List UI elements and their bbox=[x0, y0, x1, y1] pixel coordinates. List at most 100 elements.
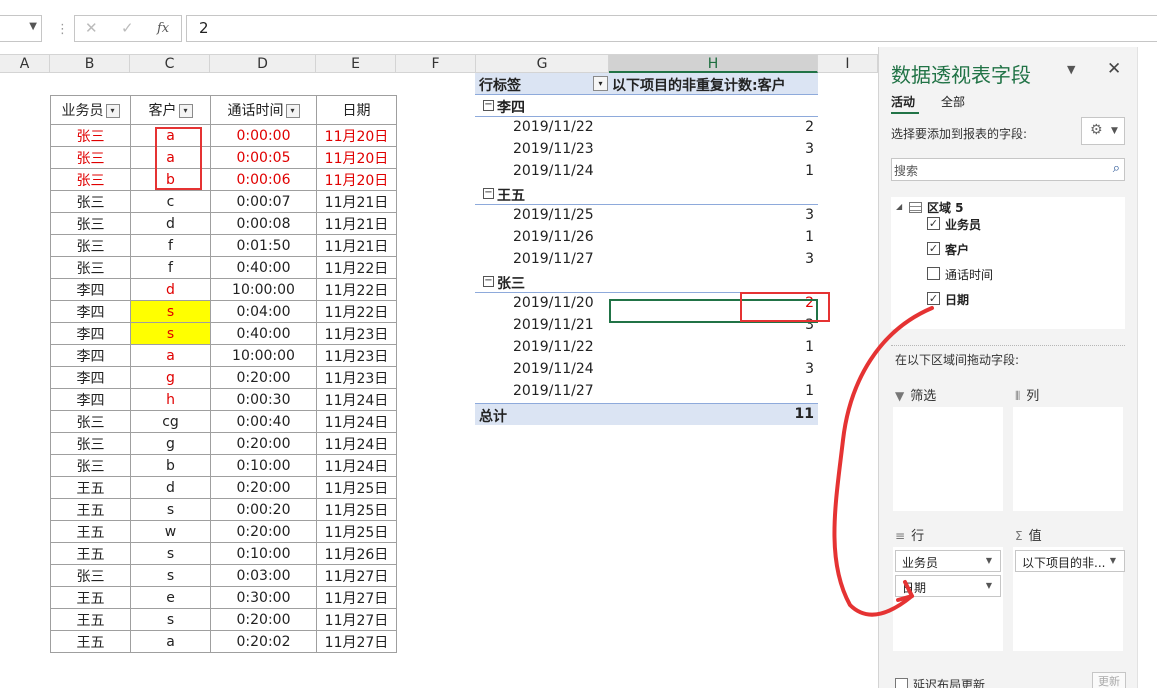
cell-call-time[interactable]: 10:00:00 bbox=[210, 344, 317, 367]
filter-drop-zone[interactable] bbox=[893, 407, 1003, 511]
cell-call-time[interactable]: 0:00:20 bbox=[210, 498, 317, 521]
cell-call-time[interactable]: 0:40:00 bbox=[210, 322, 317, 345]
chevron-down-icon[interactable]: ▼ bbox=[1067, 63, 1075, 76]
cell-call-time[interactable]: 0:00:07 bbox=[210, 190, 317, 213]
cell-salesperson[interactable]: 张三 bbox=[50, 234, 131, 257]
cell-call-time[interactable]: 0:30:00 bbox=[210, 586, 317, 609]
field-checkbox[interactable]: ✓ bbox=[927, 217, 940, 230]
cell-date[interactable]: 11月21日 bbox=[316, 212, 397, 235]
cell-salesperson[interactable]: 李四 bbox=[50, 344, 131, 367]
cell-call-time[interactable]: 0:20:00 bbox=[210, 520, 317, 543]
cell-call-time[interactable]: 0:04:00 bbox=[210, 300, 317, 323]
pivot-group-row[interactable]: − 李四 bbox=[475, 95, 818, 117]
cell-customer[interactable]: g bbox=[130, 366, 211, 389]
cell-customer[interactable]: d bbox=[130, 212, 211, 235]
cell-customer[interactable]: f bbox=[130, 234, 211, 257]
cell-salesperson[interactable]: 王五 bbox=[50, 520, 131, 543]
cell-date[interactable]: 11月25日 bbox=[316, 476, 397, 499]
cell-salesperson[interactable]: 张三 bbox=[50, 432, 131, 455]
column-header-i[interactable]: I bbox=[818, 55, 878, 73]
chevron-down-icon[interactable]: ▼ bbox=[986, 581, 992, 590]
cell-customer[interactable]: s bbox=[130, 542, 211, 565]
cell-customer[interactable]: c bbox=[130, 190, 211, 213]
tab-all[interactable]: 全部 bbox=[941, 93, 965, 110]
cell-date[interactable]: 11月22日 bbox=[316, 278, 397, 301]
name-box[interactable]: ▼ bbox=[0, 15, 42, 42]
cell-salesperson[interactable]: 张三 bbox=[50, 410, 131, 433]
pivot-row[interactable]: 2019/11/26 1 bbox=[475, 227, 818, 249]
cell-call-time[interactable]: 0:00:30 bbox=[210, 388, 317, 411]
pivot-group-row[interactable]: − 张三 bbox=[475, 271, 818, 293]
pivot-row[interactable]: 2019/11/22 2 bbox=[475, 117, 818, 139]
filter-dropdown-icon[interactable]: ▾ bbox=[285, 104, 300, 118]
collapse-triangle-icon[interactable]: ◢ bbox=[896, 202, 902, 211]
cell-date[interactable]: 11月25日 bbox=[316, 498, 397, 521]
filter-dropdown-icon[interactable]: ▾ bbox=[178, 104, 193, 118]
cell-date[interactable]: 11月23日 bbox=[316, 344, 397, 367]
cell-customer[interactable]: g bbox=[130, 432, 211, 455]
column-header-f[interactable]: F bbox=[396, 55, 476, 73]
cell-call-time[interactable]: 0:10:00 bbox=[210, 454, 317, 477]
cell-salesperson[interactable]: 张三 bbox=[50, 212, 131, 235]
cell-customer[interactable]: s bbox=[130, 608, 211, 631]
cell-salesperson[interactable]: 张三 bbox=[50, 168, 131, 191]
cell-salesperson[interactable]: 张三 bbox=[50, 454, 131, 477]
cell-date[interactable]: 11月27日 bbox=[316, 630, 397, 653]
cell-call-time[interactable]: 0:20:00 bbox=[210, 366, 317, 389]
cell-salesperson[interactable]: 李四 bbox=[50, 322, 131, 345]
cell-date[interactable]: 11月24日 bbox=[316, 454, 397, 477]
collapse-icon[interactable]: − bbox=[483, 100, 494, 111]
cell-call-time[interactable]: 0:20:00 bbox=[210, 608, 317, 631]
cell-salesperson[interactable]: 王五 bbox=[50, 542, 131, 565]
insert-function-icon[interactable]: fx bbox=[157, 21, 169, 36]
column-header-a[interactable]: A bbox=[0, 55, 50, 73]
row-chip-salesperson[interactable]: 业务员 ▼ bbox=[895, 550, 1001, 572]
search-icon[interactable]: ⌕ bbox=[1113, 161, 1120, 176]
cell-salesperson[interactable]: 王五 bbox=[50, 630, 131, 653]
update-button[interactable]: 更新 bbox=[1092, 672, 1126, 688]
chevron-down-icon[interactable]: ▼ bbox=[1110, 556, 1116, 565]
cell-salesperson[interactable]: 王五 bbox=[50, 476, 131, 499]
cell-salesperson[interactable]: 张三 bbox=[50, 564, 131, 587]
cell-date[interactable]: 11月20日 bbox=[316, 168, 397, 191]
cell-date[interactable]: 11月25日 bbox=[316, 520, 397, 543]
cell-call-time[interactable]: 0:00:06 bbox=[210, 168, 317, 191]
value-chip-distinct-count[interactable]: 以下项目的非... ▼ bbox=[1015, 550, 1125, 572]
cell-customer[interactable]: a bbox=[130, 344, 211, 367]
cell-date[interactable]: 11月21日 bbox=[316, 190, 397, 213]
close-icon[interactable]: ✕ bbox=[1107, 59, 1121, 79]
defer-update-checkbox[interactable] bbox=[895, 678, 908, 688]
column-header-d[interactable]: D bbox=[210, 55, 316, 73]
tab-active[interactable]: 活动 bbox=[891, 93, 915, 110]
column-header-e[interactable]: E bbox=[316, 55, 396, 73]
pivot-row[interactable]: 2019/11/27 1 bbox=[475, 381, 818, 403]
cell-customer[interactable]: s bbox=[130, 564, 211, 587]
field-checkbox[interactable]: ✓ bbox=[927, 242, 940, 255]
pivot-row[interactable]: 2019/11/24 1 bbox=[475, 161, 818, 183]
cell-salesperson[interactable]: 张三 bbox=[50, 124, 131, 147]
cell-call-time[interactable]: 0:20:00 bbox=[210, 432, 317, 455]
cell-call-time[interactable]: 0:20:02 bbox=[210, 630, 317, 653]
chevron-down-icon[interactable]: ▼ bbox=[29, 21, 37, 32]
cancel-icon[interactable]: ✕ bbox=[85, 19, 98, 37]
tools-button[interactable]: ⚙ ▼ bbox=[1081, 117, 1125, 145]
cell-customer[interactable]: s bbox=[130, 322, 211, 345]
cell-salesperson[interactable]: 张三 bbox=[50, 256, 131, 279]
pivot-row[interactable]: 2019/11/25 3 bbox=[475, 205, 818, 227]
cell-date[interactable]: 11月20日 bbox=[316, 146, 397, 169]
cell-date[interactable]: 11月26日 bbox=[316, 542, 397, 565]
cell-customer[interactable]: d bbox=[130, 476, 211, 499]
cell-call-time[interactable]: 0:03:00 bbox=[210, 564, 317, 587]
cell-customer[interactable]: f bbox=[130, 256, 211, 279]
filter-dropdown-icon[interactable]: ▾ bbox=[105, 104, 120, 118]
cell-salesperson[interactable]: 王五 bbox=[50, 586, 131, 609]
cell-date[interactable]: 11月24日 bbox=[316, 388, 397, 411]
cell-call-time[interactable]: 0:20:00 bbox=[210, 476, 317, 499]
cell-salesperson[interactable]: 王五 bbox=[50, 498, 131, 521]
cell-salesperson[interactable]: 李四 bbox=[50, 300, 131, 323]
cell-date[interactable]: 11月27日 bbox=[316, 586, 397, 609]
cell-salesperson[interactable]: 李四 bbox=[50, 366, 131, 389]
collapse-icon[interactable]: − bbox=[483, 276, 494, 287]
cell-date[interactable]: 11月22日 bbox=[316, 256, 397, 279]
cell-salesperson[interactable]: 李四 bbox=[50, 278, 131, 301]
